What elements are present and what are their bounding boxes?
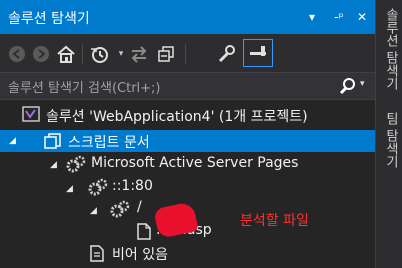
preview-pin-icon[interactable] (243, 39, 273, 67)
side-tab-team-explorer[interactable]: 팀 탐색기 (381, 112, 400, 168)
expanded-arrow-icon[interactable]: ◢ (66, 184, 73, 194)
expanded-arrow-icon[interactable]: ◢ (50, 160, 57, 170)
search-options-dropdown-icon[interactable]: ▾ (360, 79, 365, 89)
tree-item-asp[interactable]: Microsoft Active Server Pages (91, 155, 298, 171)
tree-item-solution[interactable]: 솔루션 'WebApplication4' (1개 프로젝트) (46, 106, 308, 126)
tree-item-script-documents[interactable]: 스크립트 문서 (68, 132, 150, 152)
window-position-dropdown-icon[interactable]: ▾ (303, 9, 321, 25)
gear-icon (88, 178, 108, 200)
toolbar-separator (82, 44, 83, 64)
expanded-arrow-icon[interactable]: ◢ (90, 206, 97, 216)
history-icon[interactable] (88, 43, 110, 65)
home-icon[interactable] (55, 43, 77, 65)
side-tab-solution-explorer[interactable]: 솔루션 탐색기 (381, 8, 400, 90)
close-icon[interactable]: ✕ (353, 9, 371, 25)
collapse-all-icon[interactable] (155, 43, 177, 65)
toolbar-separator (185, 44, 186, 64)
back-icon[interactable] (6, 43, 28, 65)
search-icon[interactable] (339, 77, 357, 95)
tree-item-host[interactable]: ::1:80 (112, 178, 153, 194)
file-icon (137, 223, 151, 244)
sync-icon[interactable] (128, 43, 150, 65)
auto-hide-pin-icon[interactable]: -ᵖ (330, 9, 348, 25)
script-documents-icon (44, 133, 62, 153)
gear-icon (110, 200, 130, 222)
solution-icon (22, 106, 40, 126)
document-icon (90, 245, 104, 266)
expanded-arrow-icon[interactable]: ◢ (9, 136, 16, 146)
forward-icon[interactable] (30, 43, 52, 65)
tree-item-empty: 비어 있음 (112, 247, 168, 263)
gear-icon (66, 155, 86, 177)
tree-item-root[interactable]: / (137, 199, 142, 215)
panel-title: 솔루션 탐색기 (8, 11, 90, 27)
properties-icon[interactable] (215, 43, 237, 65)
annotation-label: 분석할 파일 (240, 213, 309, 229)
search-input[interactable]: 솔루션 탐색기 검색(Ctrl+;) (8, 77, 161, 96)
